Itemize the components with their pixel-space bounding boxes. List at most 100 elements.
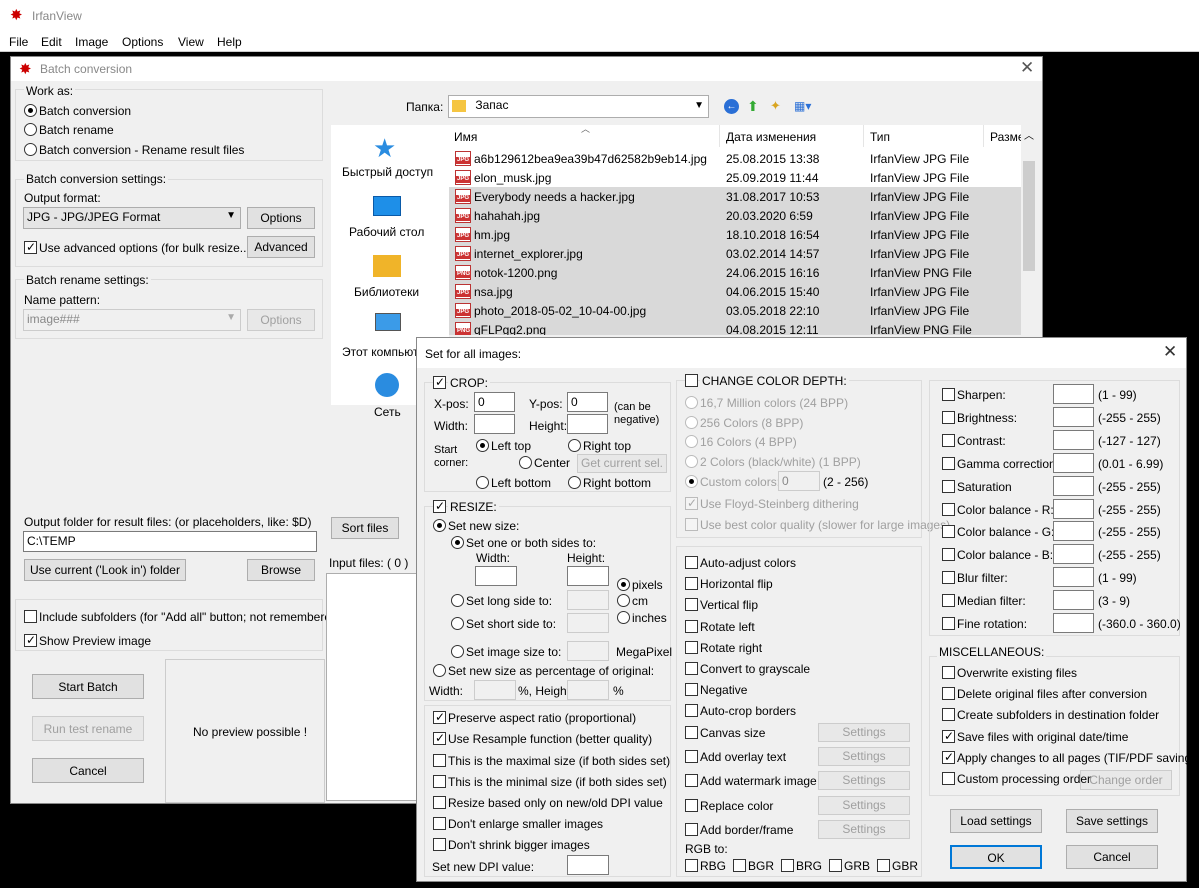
file-row[interactable]: JPG photo_2018-05-02_10-04-00.jpg 03.05.20… xyxy=(449,301,1021,320)
filter-checkbox[interactable] xyxy=(942,388,955,401)
op-checkbox[interactable] xyxy=(685,619,698,633)
change-order-button[interactable]: Change order xyxy=(1080,770,1172,790)
crop-width-input[interactable] xyxy=(474,414,515,434)
filter-input[interactable] xyxy=(1053,613,1094,633)
settings-op-checkbox[interactable] xyxy=(685,726,698,739)
short-side-input[interactable] xyxy=(567,613,609,633)
load-settings-button[interactable]: Load settings xyxy=(950,809,1042,833)
filter-input[interactable] xyxy=(1053,406,1094,427)
cancel-batch-button[interactable]: Cancel xyxy=(32,758,144,783)
radio-right-top[interactable] xyxy=(568,439,581,452)
radio-short-side[interactable] xyxy=(451,617,464,630)
pct-width-input[interactable] xyxy=(474,680,516,700)
column-name[interactable]: Имя xyxy=(454,130,477,144)
radio-24bpp[interactable] xyxy=(685,396,698,409)
radio-1bpp[interactable] xyxy=(685,455,698,468)
radio-batch-conv-rename[interactable] xyxy=(24,143,37,156)
radio-one-or-both[interactable] xyxy=(451,536,464,549)
computer-icon[interactable] xyxy=(375,313,401,331)
column-date[interactable]: Дата изменения xyxy=(726,130,816,144)
maximal-size-checkbox[interactable] xyxy=(433,754,446,767)
radio-percentage[interactable] xyxy=(433,664,446,677)
op-checkbox[interactable] xyxy=(685,577,698,591)
crop-checkbox[interactable] xyxy=(433,375,446,389)
radio-right-bottom[interactable] xyxy=(568,476,581,489)
radio-inches[interactable] xyxy=(617,611,630,624)
save-settings-button[interactable]: Save settings xyxy=(1066,809,1158,833)
place-network[interactable]: Сеть xyxy=(374,405,401,419)
minimal-size-checkbox[interactable] xyxy=(433,775,446,788)
radio-4bpp[interactable] xyxy=(685,435,698,448)
run-test-rename-button[interactable]: Run test rename xyxy=(32,716,144,741)
filter-input[interactable] xyxy=(1053,544,1094,565)
filter-checkbox[interactable] xyxy=(942,456,955,470)
close-icon[interactable]: ✕ xyxy=(1163,342,1177,362)
op-checkbox[interactable] xyxy=(685,662,698,675)
radio-batch-conversion[interactable] xyxy=(24,104,37,117)
menu-help[interactable]: Help xyxy=(217,35,242,49)
scroll-thumb[interactable] xyxy=(1023,161,1035,271)
filter-checkbox[interactable] xyxy=(942,525,955,539)
custom-colors-input[interactable]: 0 xyxy=(778,471,820,491)
close-icon[interactable]: ✕ xyxy=(1020,58,1034,78)
ypos-input[interactable]: 0 xyxy=(567,392,608,412)
file-row[interactable]: PNG notok-1200.png 24.06.2015 16:16 IrfanVi… xyxy=(449,263,1021,282)
filter-input[interactable] xyxy=(1053,475,1094,496)
settings-op-checkbox[interactable] xyxy=(685,822,698,836)
pct-height-input[interactable] xyxy=(567,680,609,700)
filter-input[interactable] xyxy=(1053,567,1094,588)
advanced-options-checkbox[interactable] xyxy=(24,240,37,254)
show-preview-checkbox[interactable] xyxy=(24,633,37,647)
rgb-checkbox[interactable] xyxy=(685,859,698,872)
libraries-icon[interactable] xyxy=(373,255,401,277)
start-batch-button[interactable]: Start Batch xyxy=(32,674,144,699)
network-icon[interactable] xyxy=(375,373,399,397)
place-libraries[interactable]: Библиотеки xyxy=(354,285,419,299)
filter-checkbox[interactable] xyxy=(942,433,955,447)
file-row[interactable]: JPG a6b129612bea9ea39b47d62582b9eb14.jpg 2… xyxy=(449,149,1021,168)
new-folder-icon[interactable]: ✦ xyxy=(770,98,781,114)
misc-checkbox[interactable] xyxy=(942,708,955,722)
filter-checkbox[interactable] xyxy=(942,548,955,562)
cancel-button[interactable]: Cancel xyxy=(1066,845,1158,869)
color-depth-checkbox[interactable] xyxy=(685,374,698,387)
preserve-aspect-checkbox[interactable] xyxy=(433,710,446,724)
crop-height-input[interactable] xyxy=(567,414,608,434)
radio-batch-rename[interactable] xyxy=(24,123,37,136)
menu-image[interactable]: Image xyxy=(75,35,108,49)
misc-checkbox[interactable] xyxy=(942,666,955,679)
settings-button[interactable]: Settings xyxy=(818,723,910,742)
menu-edit[interactable]: Edit xyxy=(41,35,62,49)
op-checkbox[interactable] xyxy=(685,683,698,697)
advanced-button[interactable]: Advanced xyxy=(247,236,315,258)
filter-input[interactable] xyxy=(1053,498,1094,519)
op-checkbox[interactable] xyxy=(685,704,698,718)
dpi-based-checkbox[interactable] xyxy=(433,796,446,809)
filter-checkbox[interactable] xyxy=(942,410,955,424)
resize-height-input[interactable] xyxy=(567,566,609,586)
sort-files-button[interactable]: Sort files xyxy=(331,517,399,539)
best-quality-checkbox[interactable] xyxy=(685,518,698,531)
scroll-up-icon[interactable]: ︿ xyxy=(1024,127,1034,142)
image-size-input[interactable] xyxy=(567,641,609,661)
output-folder-input[interactable]: C:\TEMP xyxy=(23,531,317,552)
use-current-folder-button[interactable]: Use current ('Look in') folder xyxy=(24,559,186,581)
vertical-scrollbar[interactable]: ︿ xyxy=(1021,125,1037,335)
radio-image-size[interactable] xyxy=(451,645,464,658)
folder-select[interactable]: Запас ▼ xyxy=(448,95,709,118)
up-folder-icon[interactable]: ⬆ xyxy=(747,98,759,115)
settings-op-checkbox[interactable] xyxy=(685,774,698,788)
desktop-icon[interactable] xyxy=(373,196,401,216)
misc-checkbox[interactable] xyxy=(942,687,955,701)
floyd-checkbox[interactable] xyxy=(685,496,698,510)
filter-input[interactable] xyxy=(1053,429,1094,450)
place-quick-access[interactable]: Быстрый доступ xyxy=(342,165,433,179)
file-row[interactable]: PNG qFLPgg2.png 04.08.2015 12:11 IrfanView … xyxy=(449,320,1021,335)
long-side-input[interactable] xyxy=(567,590,609,610)
filter-input[interactable] xyxy=(1053,590,1094,611)
resample-checkbox[interactable] xyxy=(433,731,446,745)
file-row[interactable]: JPG Everybody needs a hacker.jpg 31.08.201… xyxy=(449,187,1021,206)
browse-button[interactable]: Browse xyxy=(247,559,315,581)
file-row[interactable]: JPG nsa.jpg 04.06.2015 15:40 IrfanView JPG … xyxy=(449,282,1021,301)
input-files-list[interactable] xyxy=(326,573,426,801)
